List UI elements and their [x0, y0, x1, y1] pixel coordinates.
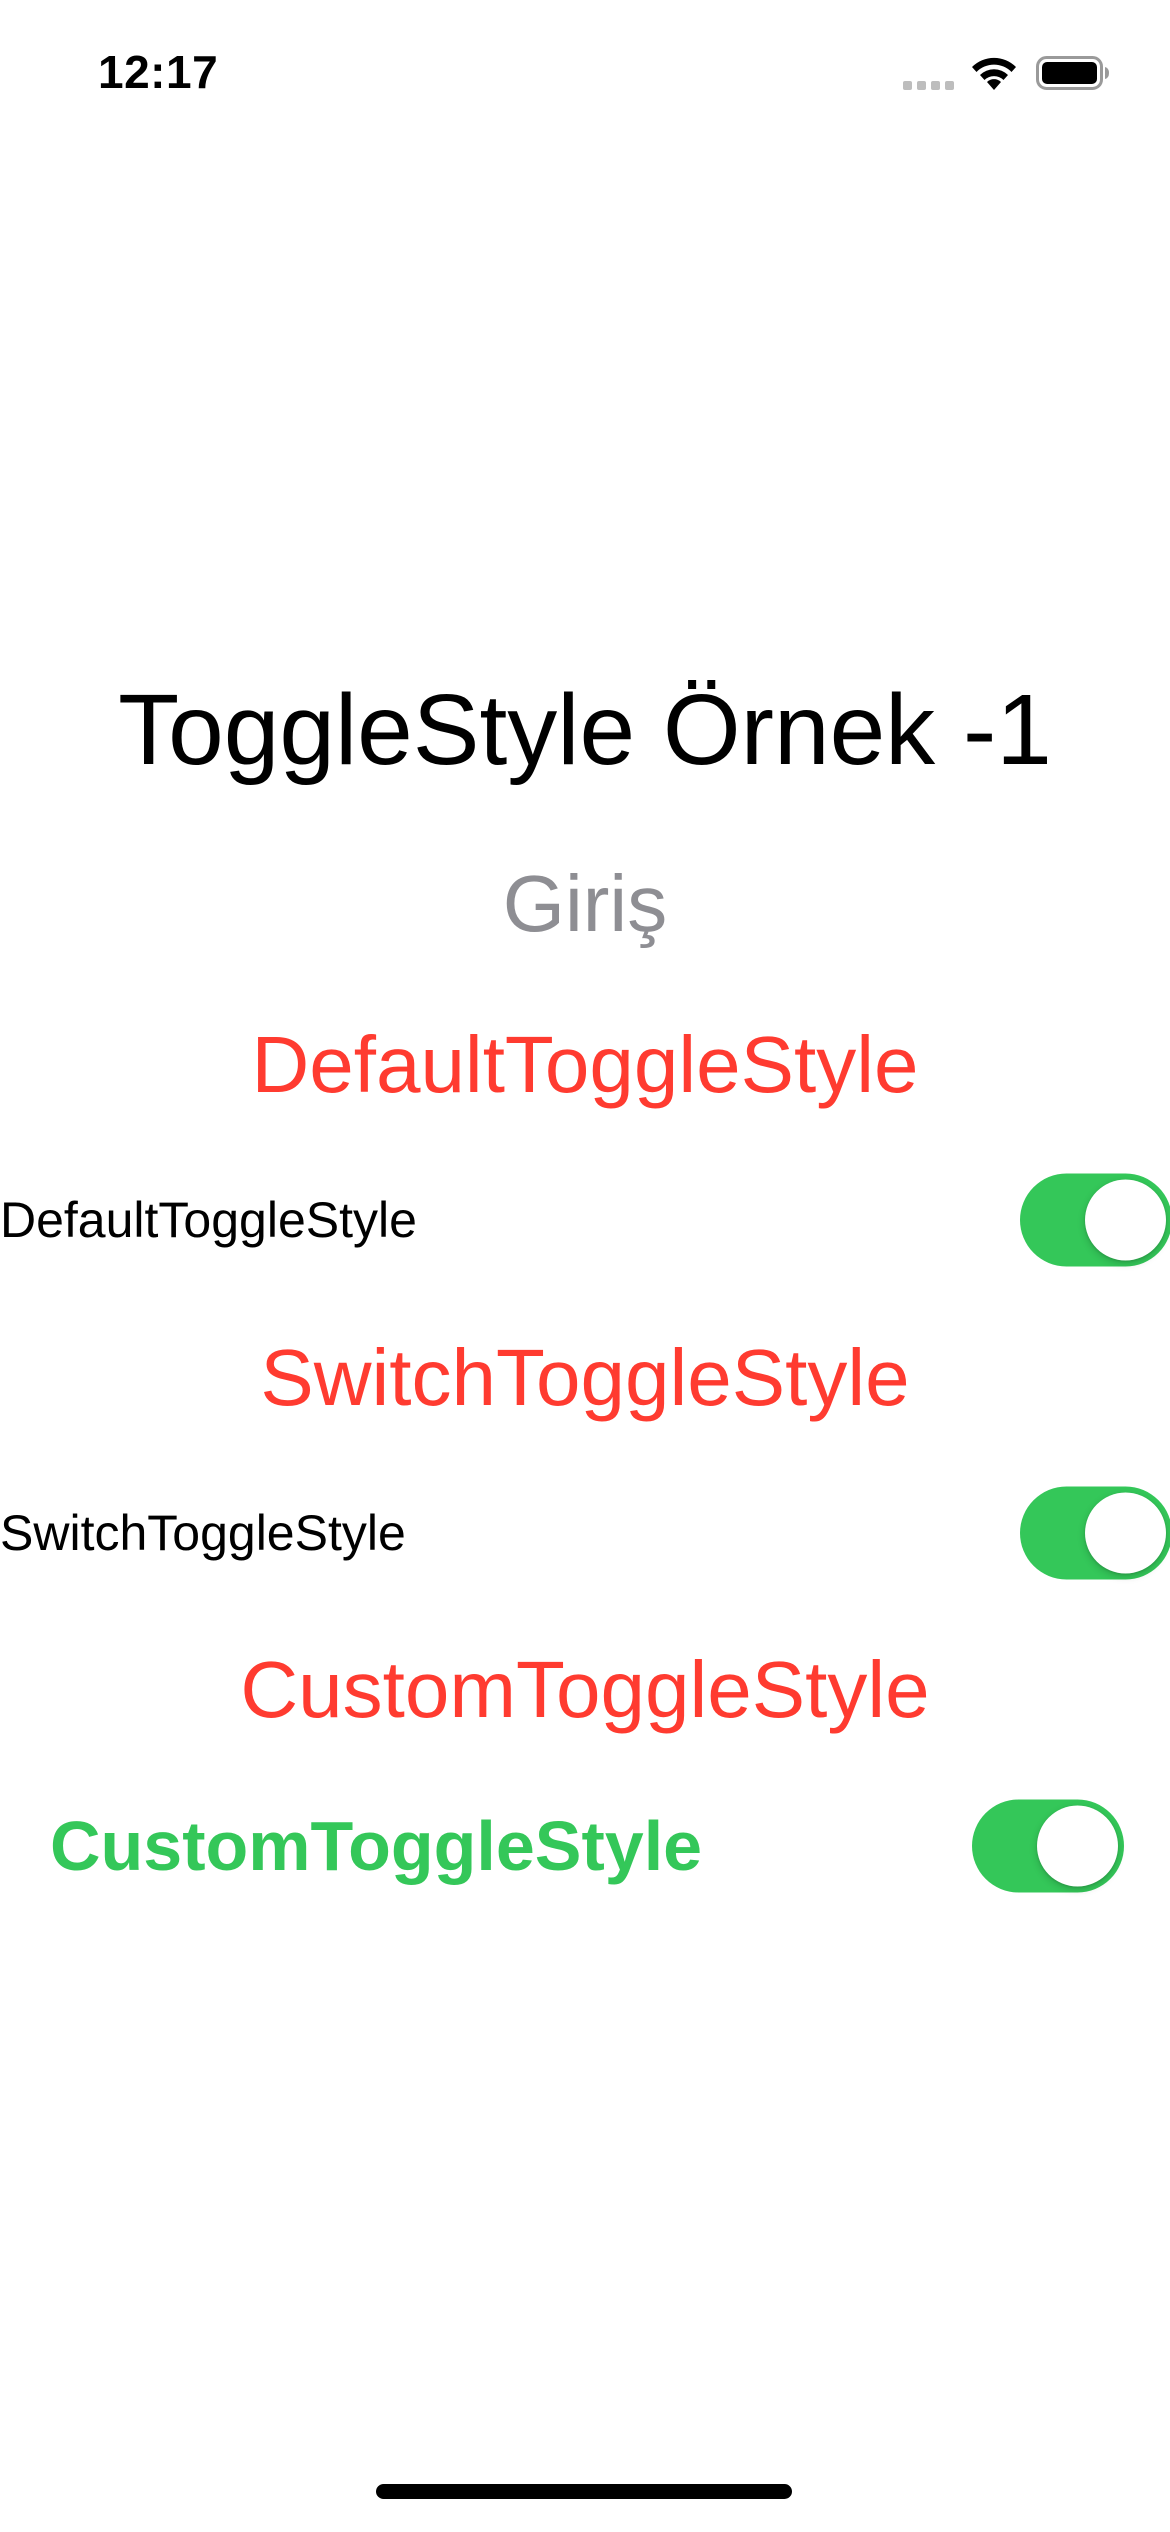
toggle-row-switch: SwitchToggleStyle	[0, 1483, 1170, 1583]
toggle-row-default: DefaultToggleStyle	[0, 1170, 1170, 1270]
toggle-row-custom: CustomToggleStyle	[0, 1796, 1170, 1896]
switch-toggle-switch[interactable]	[1020, 1486, 1170, 1580]
toggle-knob	[1085, 1179, 1166, 1261]
section-heading-default: DefaultToggleStyle	[251, 1020, 919, 1109]
section-heading-switch: SwitchToggleStyle	[260, 1333, 910, 1422]
custom-toggle-switch[interactable]	[972, 1799, 1124, 1893]
wifi-icon	[972, 57, 1016, 90]
status-time: 12:17	[98, 46, 219, 98]
toggle-label-default: DefaultToggleStyle	[0, 1192, 417, 1248]
cellular-signal-icon	[903, 81, 957, 91]
page-title: ToggleStyle Örnek -1	[118, 674, 1052, 786]
toggle-label-custom: CustomToggleStyle	[50, 1807, 703, 1885]
subtitle: Giriş	[502, 859, 668, 948]
home-indicator[interactable]	[376, 2484, 792, 2499]
default-toggle-switch[interactable]	[1020, 1173, 1170, 1267]
battery-icon	[1036, 56, 1109, 90]
toggle-knob	[1037, 1805, 1118, 1887]
status-bar: 12:17	[0, 0, 1170, 150]
toggle-knob	[1085, 1492, 1166, 1574]
toggle-label-switch: SwitchToggleStyle	[0, 1505, 406, 1561]
section-heading-custom: CustomToggleStyle	[240, 1645, 930, 1734]
